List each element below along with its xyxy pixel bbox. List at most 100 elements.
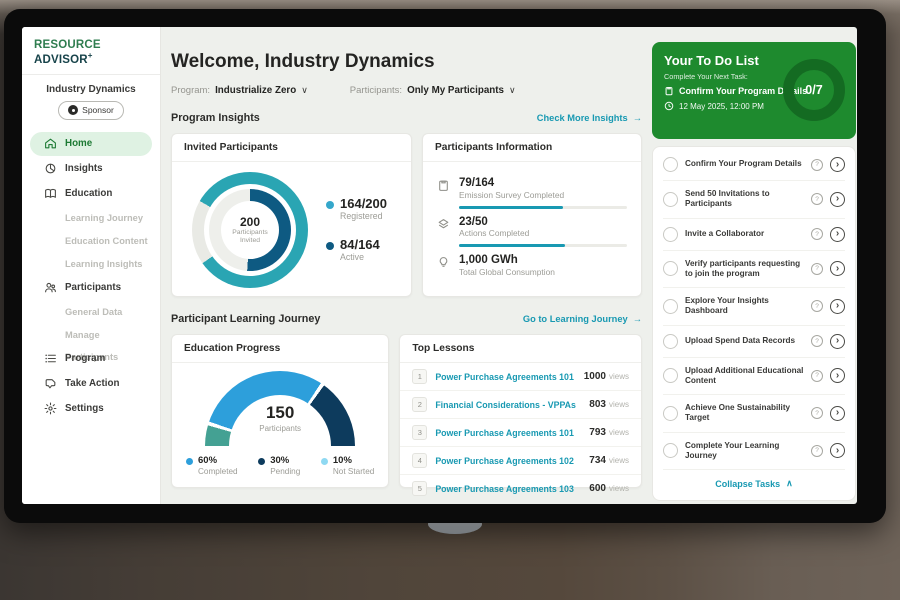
- monitor-bezel: RESOURCE ADVISOR+ Industry Dynamics Spon…: [4, 9, 886, 523]
- lesson-rank: 3: [412, 425, 427, 440]
- sidebar-item-label: Home: [65, 138, 92, 149]
- task-checkbox[interactable]: [663, 443, 678, 458]
- sidebar-nav: Home Insights Education Learning Journey…: [22, 132, 160, 421]
- task-checkbox[interactable]: [663, 368, 678, 383]
- program-dropdown[interactable]: Program: Industrialize Zero ∨: [171, 85, 308, 96]
- progress-fill: [459, 206, 563, 209]
- help-icon[interactable]: ?: [811, 407, 823, 419]
- link-label: Go to Learning Journey: [523, 314, 628, 324]
- sponsor-label: Sponsor: [82, 105, 114, 115]
- legend-label: Registered: [340, 211, 383, 221]
- logo-plus: +: [88, 51, 93, 60]
- legend-label: Not Started: [333, 467, 374, 476]
- donut-legend: 164/200 Registered 84/164 Active: [326, 197, 387, 264]
- donut-center-label: Participants Invited: [227, 229, 273, 246]
- lesson-link[interactable]: Power Purchase Agreements 102: [435, 456, 581, 466]
- help-icon[interactable]: ?: [811, 193, 823, 205]
- task-row[interactable]: Verify participants requesting to join t…: [663, 250, 845, 288]
- lesson-link[interactable]: Power Purchase Agreements 103: [435, 484, 581, 494]
- task-row[interactable]: Send 50 Invitations to Participants ? ›: [663, 180, 845, 218]
- help-icon[interactable]: ?: [811, 300, 823, 312]
- task-row[interactable]: Invite a Collaborator ? ›: [663, 218, 845, 250]
- views-suffix: views: [609, 428, 629, 437]
- lesson-rank: 1: [412, 369, 427, 384]
- collapse-tasks-link[interactable]: Collapse Tasks ∧: [663, 469, 845, 498]
- participants-value: Only My Participants: [407, 85, 504, 96]
- gauge-center-label: Participants: [205, 424, 355, 433]
- card-title: Top Lessons: [400, 335, 641, 363]
- chevron-right-button[interactable]: ›: [830, 334, 845, 349]
- sidebar-item-settings[interactable]: Settings: [30, 397, 152, 421]
- help-icon[interactable]: ?: [811, 335, 823, 347]
- task-checkbox[interactable]: [663, 227, 678, 242]
- legend-label: Completed: [198, 467, 238, 476]
- views-suffix: views: [609, 372, 629, 381]
- task-row[interactable]: Explore Your Insights Dashboard ? ›: [663, 287, 845, 325]
- help-icon[interactable]: ?: [811, 370, 823, 382]
- help-icon[interactable]: ?: [811, 159, 823, 171]
- chevron-right-button[interactable]: ›: [830, 406, 845, 421]
- sidebar-item-learning-journey[interactable]: Learning Journey: [30, 207, 152, 229]
- sidebar-item-take-action[interactable]: Take Action: [30, 372, 152, 396]
- help-icon[interactable]: ?: [811, 228, 823, 240]
- sidebar: RESOURCE ADVISOR+ Industry Dynamics Spon…: [22, 27, 161, 504]
- task-checkbox[interactable]: [663, 157, 678, 172]
- legend-value: 60%: [198, 455, 217, 466]
- lesson-link[interactable]: Financial Considerations - VPPAs: [435, 400, 581, 410]
- task-checkbox[interactable]: [663, 406, 678, 421]
- help-icon[interactable]: ?: [811, 263, 823, 275]
- clock-icon: [664, 101, 674, 111]
- sidebar-item-label: Program: [65, 353, 105, 364]
- lesson-link[interactable]: Power Purchase Agreements 101: [435, 428, 581, 438]
- chevron-right-button[interactable]: ›: [830, 227, 845, 242]
- sidebar-item-participants[interactable]: Participants: [30, 276, 152, 300]
- dashboard-screen: RESOURCE ADVISOR+ Industry Dynamics Spon…: [22, 27, 857, 504]
- home-icon: [44, 137, 57, 150]
- check-more-insights-link[interactable]: Check More Insights →: [537, 113, 642, 123]
- task-checkbox[interactable]: [663, 299, 678, 314]
- task-checkbox[interactable]: [663, 261, 678, 276]
- legend-label: Active: [340, 252, 364, 262]
- lesson-link[interactable]: Power Purchase Agreements 101: [435, 372, 575, 382]
- lesson-views: 793: [589, 427, 606, 438]
- sidebar-item-home[interactable]: Home: [30, 132, 152, 156]
- chevron-right-button[interactable]: ›: [830, 443, 845, 458]
- task-row[interactable]: Upload Additional Educational Content ? …: [663, 357, 845, 395]
- chevron-right-button[interactable]: ›: [830, 299, 845, 314]
- program-value: Industrialize Zero: [215, 85, 296, 96]
- lesson-views: 734: [589, 455, 606, 466]
- task-checkbox[interactable]: [663, 192, 678, 207]
- help-icon[interactable]: ?: [811, 445, 823, 457]
- legend-dot-registered: [326, 201, 334, 209]
- metric-value: 23/50: [459, 216, 488, 228]
- sidebar-item-education[interactable]: Education: [30, 182, 152, 206]
- chevron-right-button[interactable]: ›: [830, 261, 845, 276]
- sidebar-item-manage-participants[interactable]: Manage Participants: [30, 324, 152, 346]
- sidebar-item-learning-insights[interactable]: Learning Insights: [30, 253, 152, 275]
- page-title: Welcome, Industry Dynamics: [171, 51, 642, 73]
- donut-center-value: 200: [240, 215, 260, 229]
- legend-dot-not-started: [321, 458, 328, 465]
- legend-item: 84/164 Active: [326, 238, 387, 263]
- task-row[interactable]: Complete Your Learning Journey ? ›: [663, 432, 845, 470]
- sidebar-item-label: Education: [65, 188, 112, 199]
- section-title: Program Insights: [171, 112, 260, 124]
- sidebar-item-general-data[interactable]: General Data: [30, 301, 152, 323]
- task-row[interactable]: Confirm Your Program Details ? ›: [663, 149, 845, 180]
- task-row[interactable]: Achieve One Sustainability Target ? ›: [663, 394, 845, 432]
- task-checkbox[interactable]: [663, 334, 678, 349]
- participants-dropdown[interactable]: Participants: Only My Participants ∨: [350, 85, 516, 96]
- chevron-right-button[interactable]: ›: [830, 192, 845, 207]
- go-to-learning-journey-link[interactable]: Go to Learning Journey →: [523, 314, 642, 324]
- metric-value: 79/164: [459, 177, 494, 189]
- legend-dot-active: [326, 242, 334, 250]
- sidebar-item-education-content[interactable]: Education Content: [30, 230, 152, 252]
- task-row[interactable]: Upload Spend Data Records ? ›: [663, 325, 845, 357]
- task-label: Confirm Your Program Details: [685, 159, 804, 169]
- todo-summary-card: Your To Do List Complete Your Next Task:…: [652, 42, 856, 139]
- sidebar-item-insights[interactable]: Insights: [30, 157, 152, 181]
- metric-row: 1,000 GWh Total Global Consumption: [437, 254, 627, 278]
- chevron-right-button[interactable]: ›: [830, 368, 845, 383]
- chevron-right-button[interactable]: ›: [830, 157, 845, 172]
- list-icon: [44, 352, 57, 365]
